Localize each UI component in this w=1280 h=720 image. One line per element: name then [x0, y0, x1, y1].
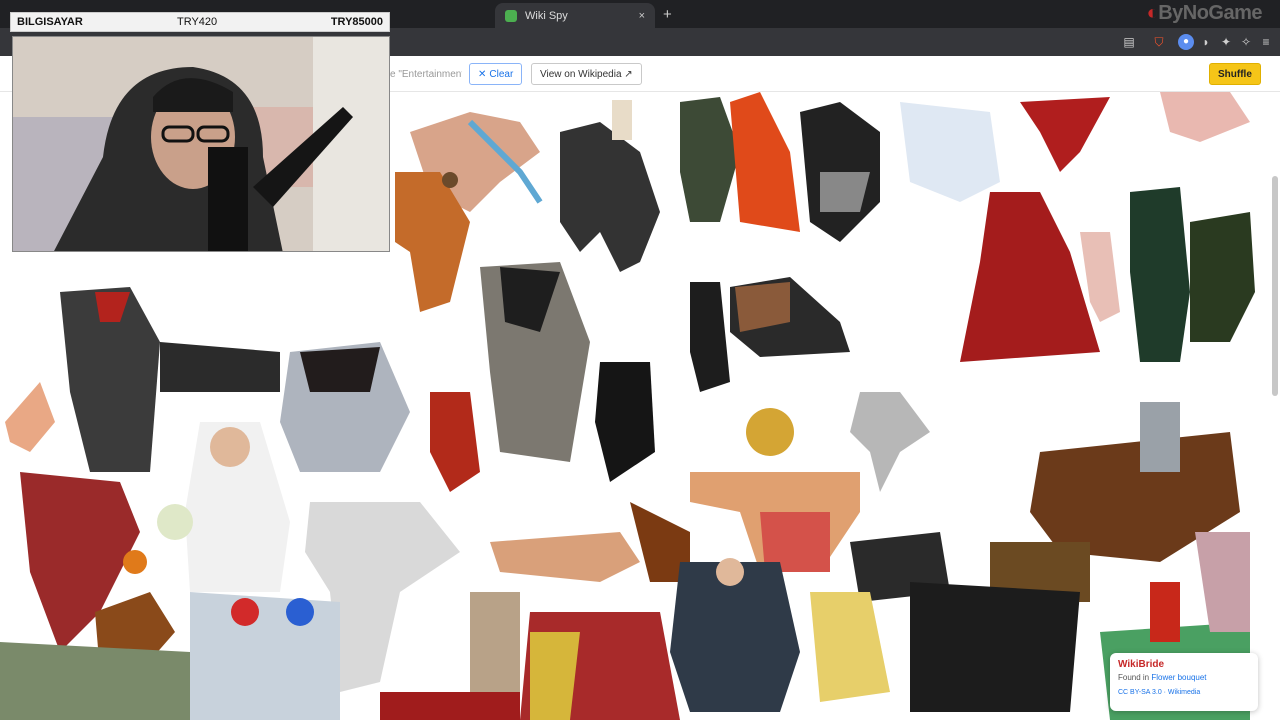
menu-icon[interactable]: ≡	[1258, 34, 1274, 50]
boot-figure[interactable]	[690, 282, 730, 392]
wiki-spy-favicon-icon	[505, 9, 517, 22]
view-on-wikipedia-label: View on Wikipedia ↗	[540, 68, 633, 80]
shuffle-label: Shuffle	[1218, 68, 1252, 80]
clear-label: Clear	[489, 68, 514, 80]
gymnast-figure[interactable]	[5, 382, 55, 452]
bottom-left-figure[interactable]	[0, 642, 190, 720]
people-group-figure[interactable]	[800, 102, 880, 242]
donation-bar: BILGISAYAR TRY420 TRY85000	[10, 12, 390, 32]
hands-violin-figure[interactable]	[490, 502, 690, 582]
audio-icon[interactable]: ◗	[1198, 34, 1214, 50]
flamenco-dancer-figure[interactable]	[680, 92, 800, 232]
wiki-info-card[interactable]: WikiBride Found in Flower bouquet CC BY-…	[1110, 653, 1258, 711]
shoe-figure[interactable]	[730, 277, 850, 357]
red-figure[interactable]	[60, 287, 160, 472]
showgirl-figure[interactable]	[1195, 532, 1250, 632]
shuffle-button[interactable]: Shuffle	[1209, 63, 1261, 85]
red-dress-dancer-figure[interactable]	[1020, 97, 1110, 172]
search-input[interactable]	[390, 63, 462, 85]
close-tab-icon[interactable]: ×	[639, 10, 645, 22]
card-found-in: Found in Flower bouquet	[1118, 673, 1207, 682]
orchestra-figure[interactable]	[160, 342, 280, 392]
tab-label: Wiki Spy	[525, 9, 568, 22]
black-gown-figure[interactable]	[480, 262, 590, 462]
donation-big-amount: TRY85000	[330, 16, 383, 28]
donation-name: BILGISAYAR	[17, 16, 83, 28]
card-license[interactable]: CC BY-SA 3.0 · Wikimedia	[1118, 689, 1250, 696]
musicians-figure[interactable]	[670, 558, 800, 712]
webcam-image	[13, 37, 389, 251]
view-on-wikipedia-button[interactable]: View on Wikipedia ↗	[531, 63, 642, 85]
donation-small-amount: TRY420	[177, 16, 218, 28]
horse-rider-figure[interactable]	[560, 100, 660, 272]
brand-mark-icon: ◐	[1146, 2, 1159, 24]
white-dress-figure[interactable]	[900, 102, 1000, 202]
black-dress-figure[interactable]	[595, 362, 655, 482]
webcam-overlay	[12, 36, 390, 252]
close-icon: ✕	[478, 68, 487, 80]
stream-brand-logo: ◐ByNoGame	[1146, 2, 1263, 24]
orchestra-right-figure[interactable]	[910, 582, 1080, 712]
clear-button[interactable]: ✕ Clear	[469, 63, 523, 85]
crouching-figure[interactable]	[280, 342, 410, 472]
couple-red-figure[interactable]	[520, 612, 680, 720]
dancers-small-figure[interactable]	[470, 592, 520, 692]
translate-icon[interactable]: ▤	[1121, 34, 1137, 50]
red-wings-figure[interactable]	[430, 392, 480, 492]
balinese-dancer-figure[interactable]	[690, 408, 860, 572]
ballerina-figure[interactable]	[850, 392, 930, 492]
card-title: WikiBride	[1118, 659, 1165, 670]
brave-shield-icon[interactable]: ⛉	[1151, 34, 1167, 50]
vpn-icon[interactable]: ●	[1178, 34, 1194, 50]
bottom-mid-figure[interactable]	[380, 692, 520, 720]
red-gown-figure[interactable]	[960, 192, 1100, 362]
wallet-icon[interactable]: ✧	[1238, 34, 1254, 50]
woman-figure[interactable]	[1160, 92, 1250, 142]
card-found-link[interactable]: Flower bouquet	[1151, 673, 1206, 682]
bride-figure[interactable]	[157, 422, 290, 592]
page-scrollbar[interactable]	[1272, 176, 1278, 396]
men-figure[interactable]	[1130, 187, 1255, 362]
tab-wiki-spy[interactable]: Wiki Spy ×	[495, 3, 655, 28]
boxers-figure[interactable]	[190, 592, 340, 720]
new-tab-button[interactable]: +	[663, 6, 672, 23]
yellow-dress-figure[interactable]	[810, 592, 890, 702]
extensions-icon[interactable]: ✦	[1218, 34, 1234, 50]
